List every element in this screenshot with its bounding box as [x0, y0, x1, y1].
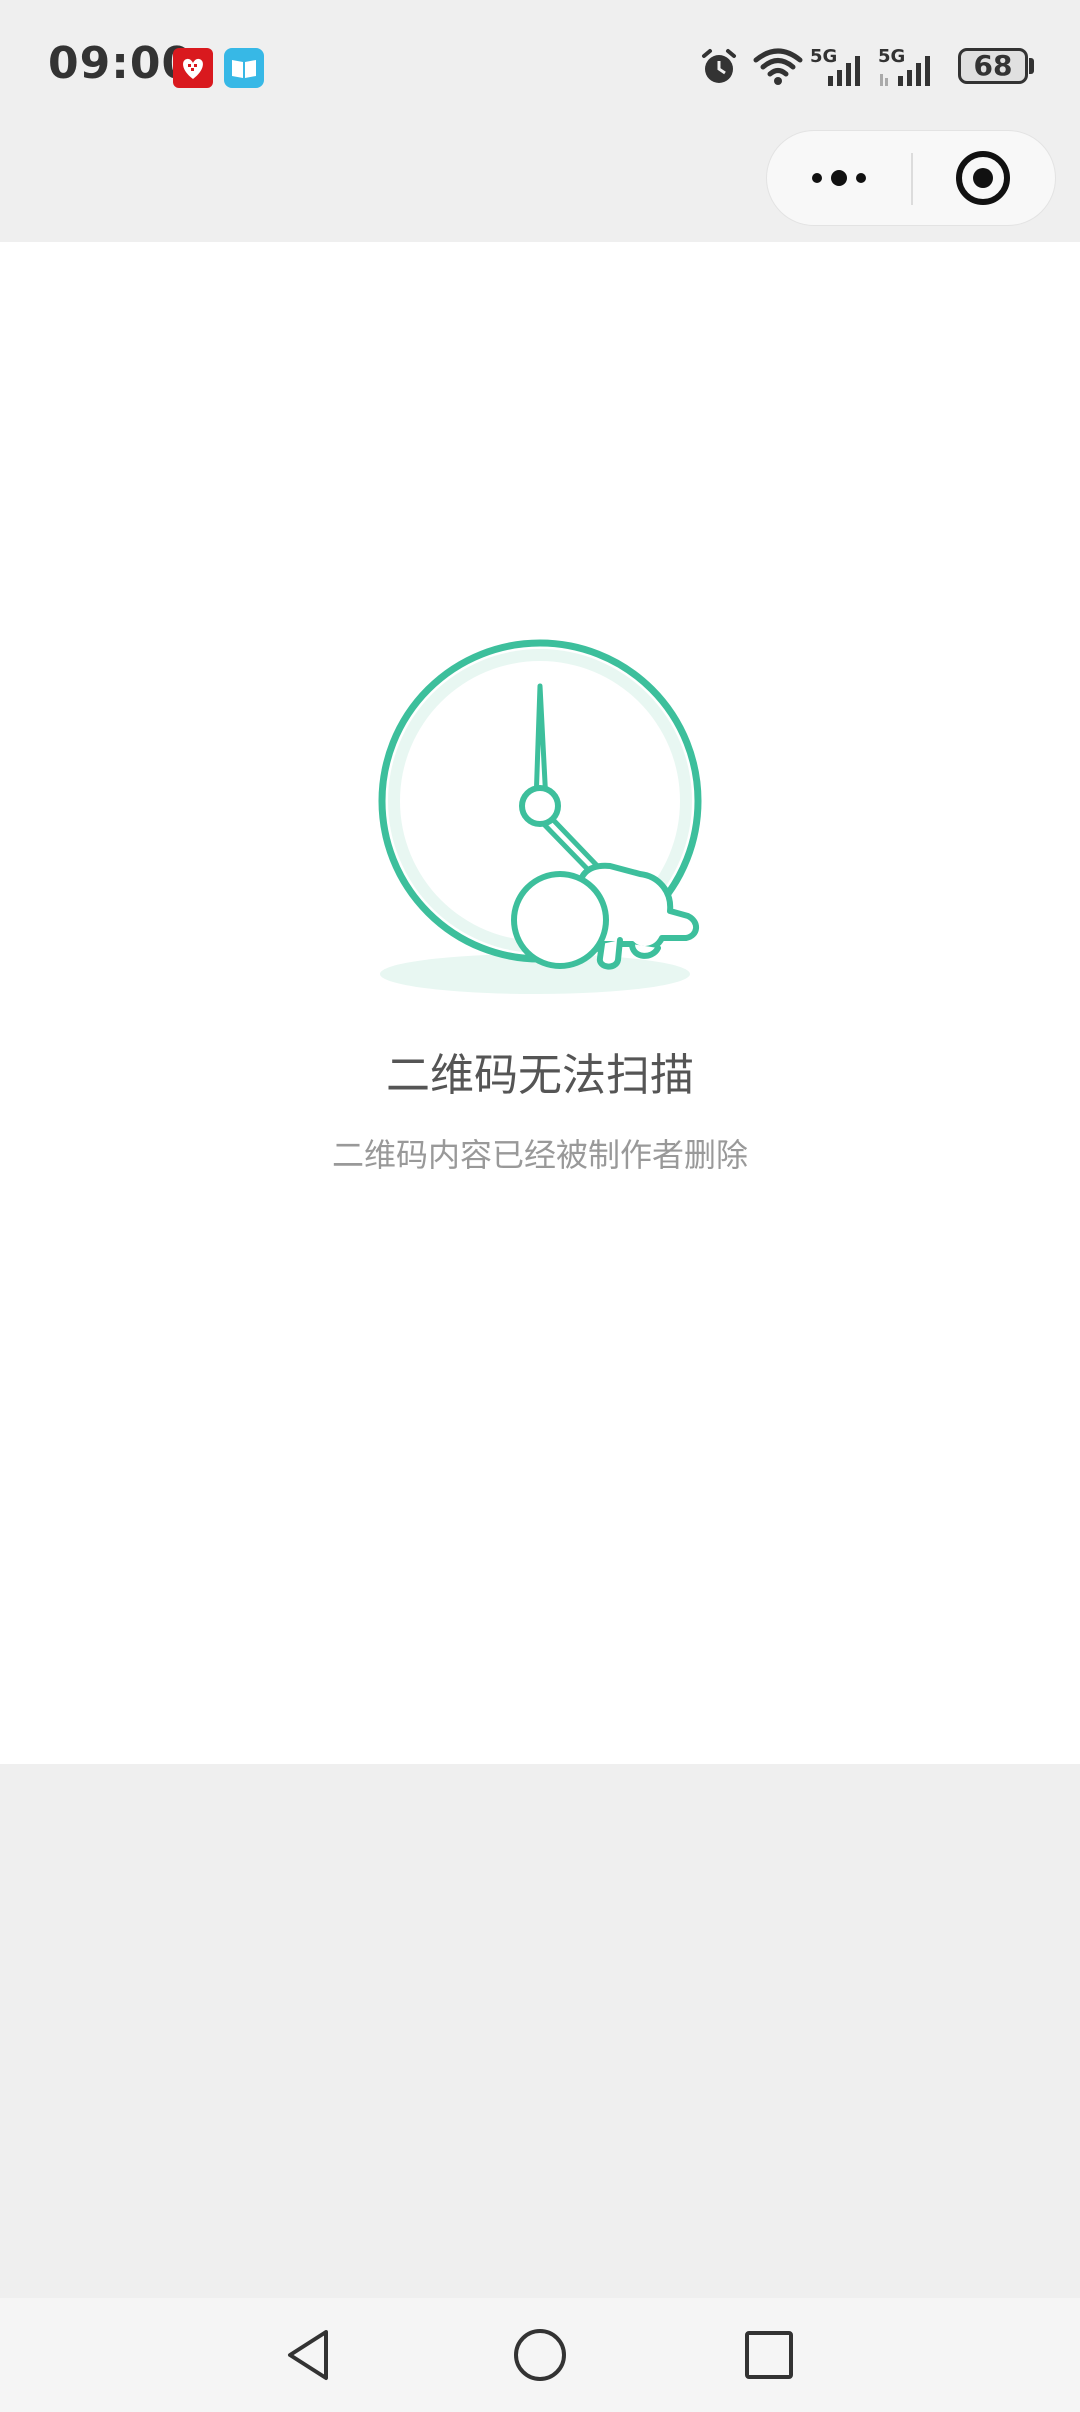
book-app-icon	[224, 48, 264, 88]
svg-text:5G: 5G	[810, 46, 837, 67]
back-triangle-icon[interactable]	[274, 2320, 344, 2390]
battery-tip	[1029, 58, 1034, 74]
status-time: 09:00	[48, 38, 194, 89]
5g-signal-icon: 5G	[810, 46, 860, 86]
more-button[interactable]	[767, 131, 911, 225]
more-dots-icon	[812, 170, 866, 186]
content-area: 二维码无法扫描 二维码内容已经被制作者删除	[0, 242, 1080, 1764]
home-circle-icon[interactable]	[505, 2320, 575, 2390]
recents-square-icon[interactable]	[734, 2320, 804, 2390]
status-bar: 09:00 5G 5G 68	[0, 0, 1080, 130]
clock-sleeping-baby-icon	[378, 639, 702, 994]
5g-signal-icon: 5G	[878, 46, 930, 86]
alarm-icon	[702, 49, 736, 83]
page-subtitle: 二维码内容已经被制作者删除	[331, 1136, 748, 1174]
app-red-icon	[173, 48, 213, 88]
wifi-icon	[753, 48, 803, 85]
screen: 09:00 5G 5G 68 二维码无法扫描 二维码内容已经被制作者删除	[0, 0, 1080, 2412]
system-nav-bar	[0, 2298, 1080, 2412]
close-button[interactable]	[913, 131, 1057, 225]
battery-indicator: 68	[958, 48, 1028, 84]
svg-text:5G: 5G	[878, 46, 905, 67]
capsule-menu	[766, 130, 1056, 226]
target-close-icon	[956, 151, 1010, 205]
page-title: 二维码无法扫描	[386, 1050, 694, 1101]
